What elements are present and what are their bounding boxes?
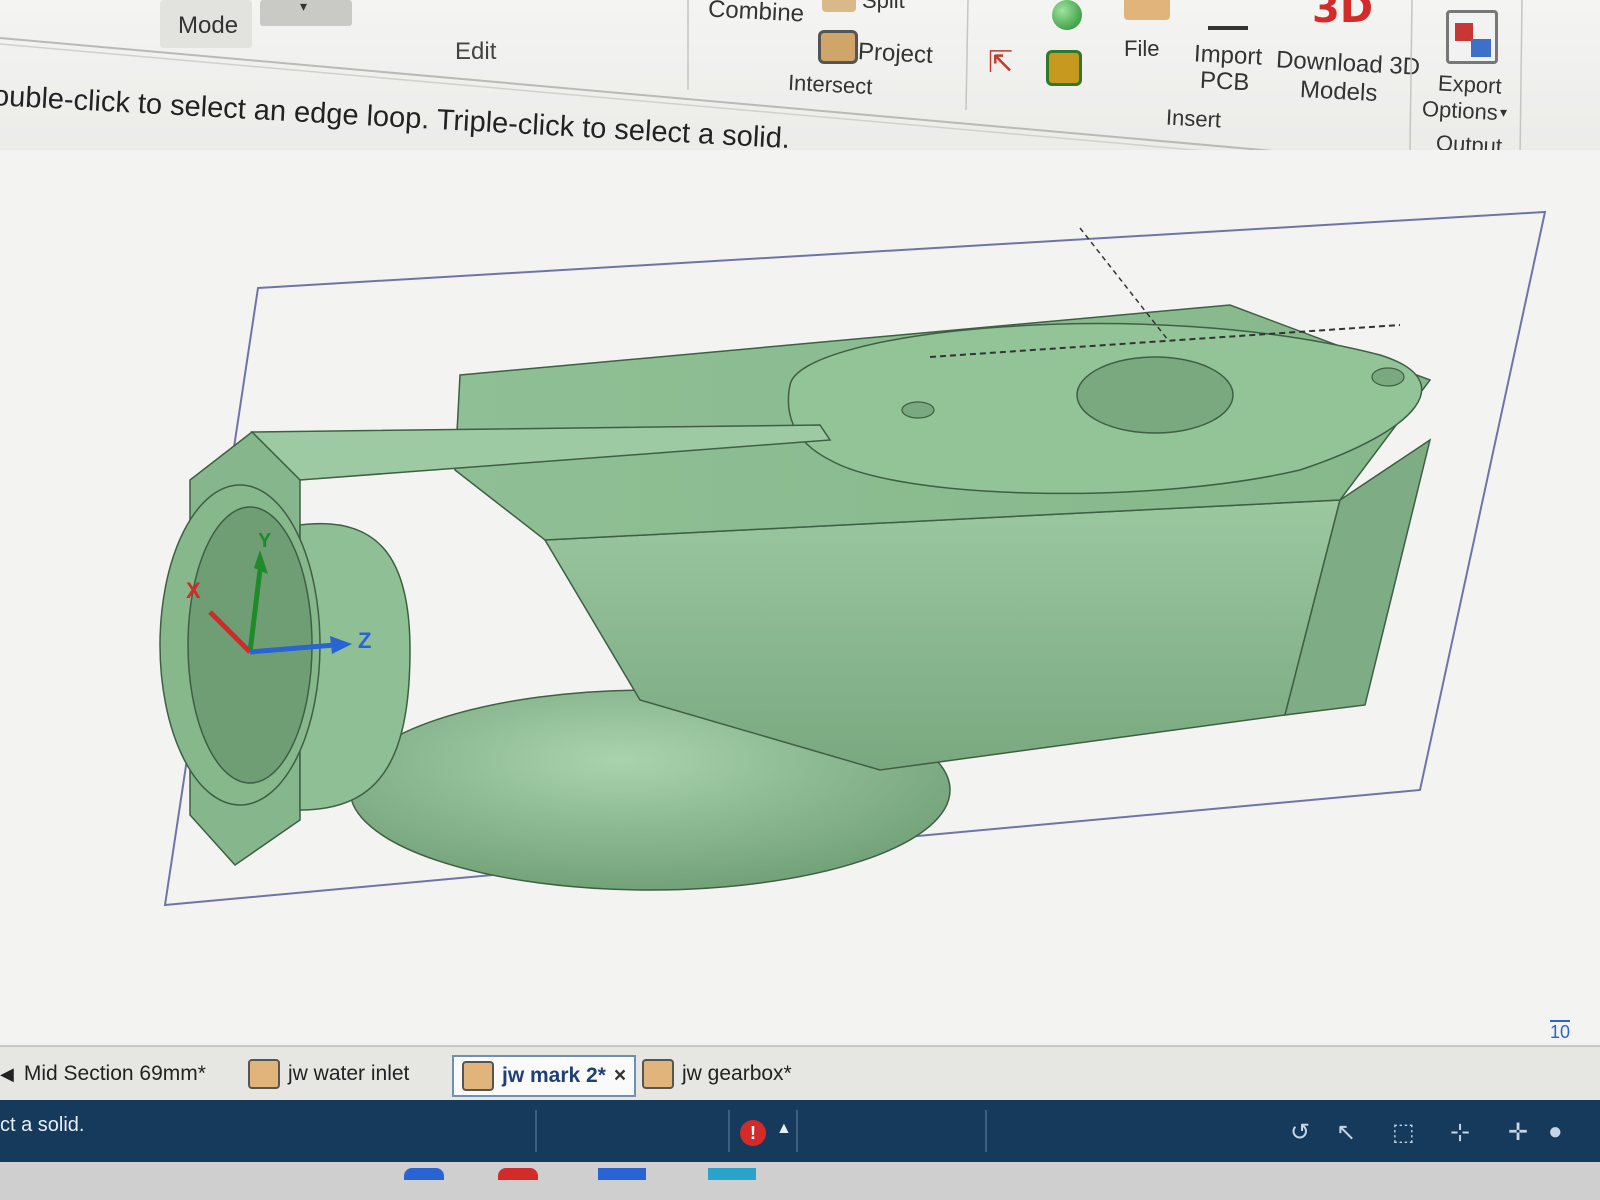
axis-triad [208,550,352,655]
document-icon [248,1059,280,1089]
axis-z-label: Z [358,628,372,653]
status-separator [796,1110,798,1152]
document-icon [462,1061,494,1091]
close-icon[interactable]: × [614,1064,626,1088]
crosshair-icon[interactable]: ✛ [1508,1118,1528,1147]
bullet-icon: ◀ [0,1063,14,1084]
tab-label: jw gearbox* [682,1062,792,1085]
tab-jw-water-inlet[interactable]: jw water inlet [248,1055,409,1093]
taskbar-app-icon[interactable] [404,1168,444,1180]
alert-icon[interactable]: ! [740,1120,766,1146]
lid-small-hole-right [1371,367,1405,387]
document-tab-bar: ◀ Mid Section 69mm* jw water inlet jw ma… [0,1045,1600,1102]
chevron-up-icon[interactable]: ▲ [776,1120,792,1138]
axis-y-label: Y [258,530,272,552]
document-icon [642,1059,674,1089]
tab-label: jw water inlet [288,1062,410,1085]
status-message: ct a solid. [0,1114,85,1136]
pointer-icon[interactable]: ↖ [1336,1118,1356,1147]
axis-x-label: X [186,578,201,603]
tab-jw-gearbox[interactable]: jw gearbox* [642,1055,792,1093]
box-select-icon[interactable]: ⬚ [1392,1118,1415,1147]
rotate-select-icon[interactable]: ↺ [1290,1118,1310,1147]
taskbar-app-icon[interactable] [598,1168,646,1180]
os-taskbar [0,1162,1600,1200]
snap-icon[interactable]: ⊹ [1450,1118,1470,1147]
status-separator [985,1110,987,1152]
tab-jw-mark-2[interactable]: jw mark 2* × [452,1055,637,1097]
status-separator [728,1110,730,1152]
status-separator [535,1110,537,1152]
tab-mid-section[interactable]: ◀ Mid Section 69mm* [0,1055,206,1093]
taskbar-app-icon[interactable] [498,1168,538,1180]
lid-small-hole-left [901,401,935,419]
globe-icon[interactable]: ● [1548,1118,1563,1146]
scale-corner-label: 10 [1550,1020,1571,1042]
taskbar-app-icon[interactable] [708,1168,756,1180]
tab-label: jw mark 2* [502,1064,606,1087]
status-bar: ct a solid. ! ▲ ↺ ↖ ⬚ ⊹ ✛ ● [0,1100,1600,1162]
lid-large-hole [1076,356,1234,434]
3d-viewport[interactable]: X Y Z 10 [0,150,1600,1050]
tab-label: Mid Section 69mm* [23,1062,206,1085]
